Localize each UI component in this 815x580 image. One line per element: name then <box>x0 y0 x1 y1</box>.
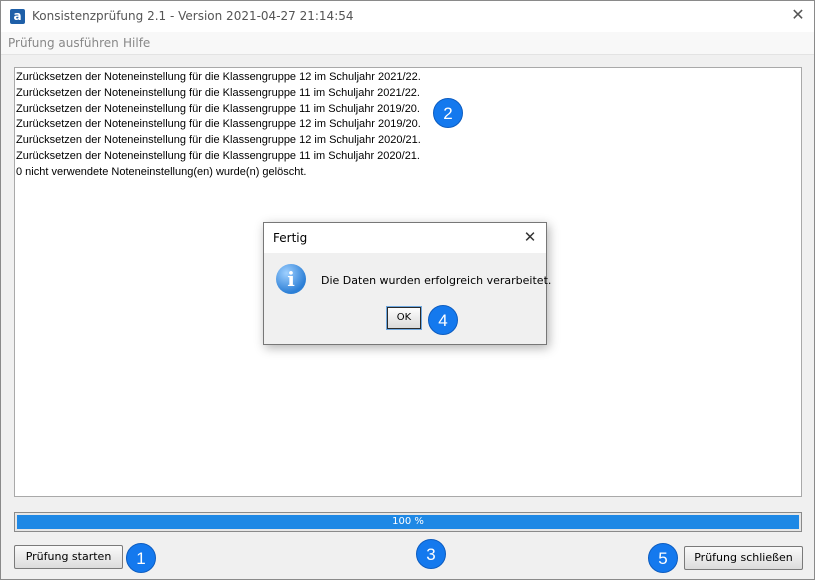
menu-bar: Prüfung ausführen Hilfe <box>1 32 814 55</box>
menu-hilfe[interactable]: Hilfe <box>123 36 150 50</box>
info-icon: i <box>276 264 306 294</box>
log-line: Zurücksetzen der Noteneinstellung für di… <box>16 149 420 162</box>
app-logo-icon: a <box>10 9 25 24</box>
callout-badge-2: 2 <box>433 98 463 128</box>
start-check-button[interactable]: Prüfung starten <box>14 545 123 569</box>
main-window: a Konsistenzprüfung 2.1 - Version 2021-0… <box>0 0 815 580</box>
callout-badge-4: 4 <box>428 305 458 335</box>
ok-button[interactable]: OK <box>386 306 422 330</box>
close-icon[interactable]: ✕ <box>787 4 809 26</box>
progress-text: 100 % <box>392 516 424 527</box>
log-line: Zurücksetzen der Noteneinstellung für di… <box>16 134 421 147</box>
callout-badge-1: 1 <box>126 543 156 573</box>
dialog-title-bar: Fertig ✕ <box>264 223 546 253</box>
menu-pruefung-ausfuehren[interactable]: Prüfung ausführen <box>8 36 119 50</box>
log-lines: Zurücksetzen der Noteneinstellung für di… <box>16 70 421 181</box>
dialog-close-icon[interactable]: ✕ <box>520 227 540 247</box>
callout-badge-5: 5 <box>648 543 678 573</box>
done-dialog: Fertig ✕ i Die Daten wurden erfolgreich … <box>263 222 551 345</box>
title-bar: a Konsistenzprüfung 2.1 - Version 2021-0… <box>1 1 814 32</box>
dialog-title: Fertig <box>273 231 308 245</box>
log-line: Zurücksetzen der Noteneinstellung für di… <box>16 102 420 115</box>
log-line: Zurücksetzen der Noteneinstellung für di… <box>16 71 421 83</box>
window-title: Konsistenzprüfung 2.1 - Version 2021-04-… <box>32 9 354 23</box>
callout-badge-3: 3 <box>416 539 446 569</box>
log-line: 0 nicht verwendete Noteneinstellung(en) … <box>16 165 307 178</box>
progress-bar: 100 % <box>14 512 802 532</box>
dialog-message: Die Daten wurden erfolgreich verarbeitet… <box>321 274 552 287</box>
close-check-button[interactable]: Prüfung schließen <box>684 546 803 570</box>
log-line: Zurücksetzen der Noteneinstellung für di… <box>16 86 420 99</box>
log-line: Zurücksetzen der Noteneinstellung für di… <box>16 118 421 131</box>
